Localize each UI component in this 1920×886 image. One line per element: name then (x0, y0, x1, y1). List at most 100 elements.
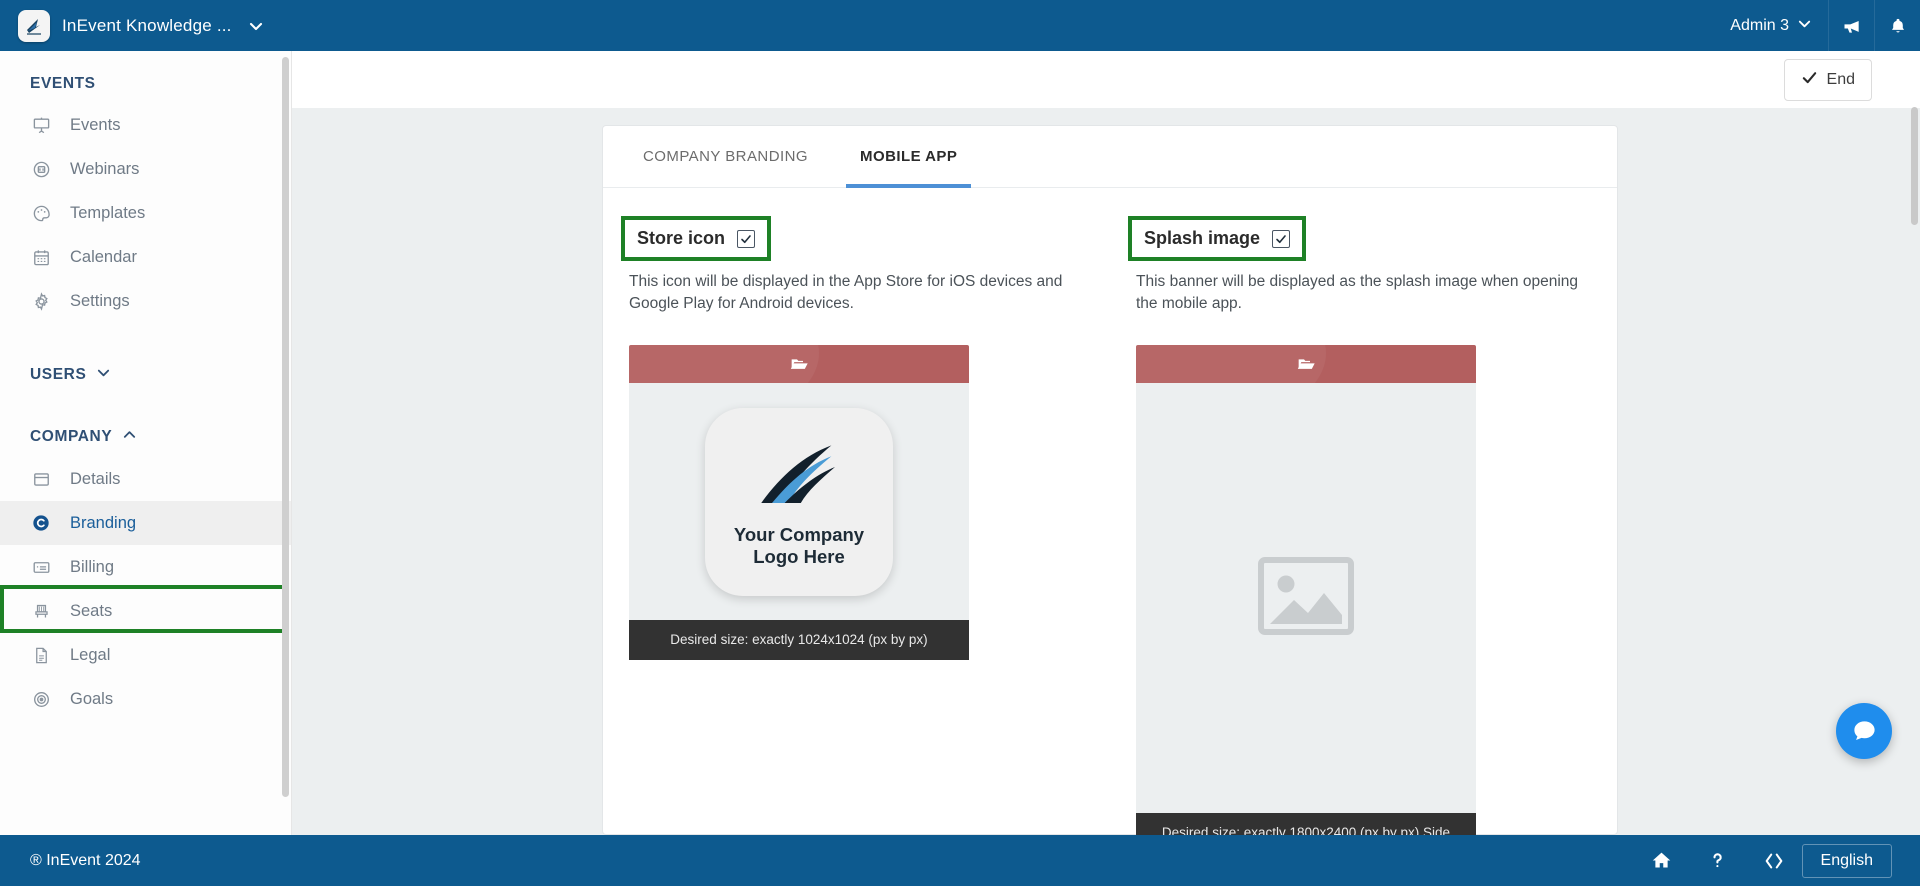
admin-zone: Admin 3 (1714, 0, 1920, 51)
tab-mobile-app[interactable]: MOBILE APP (846, 126, 972, 188)
sidebar-section-events: EVENTS (0, 51, 291, 103)
main-content: End COMPANY BRANDING MOBILE APP Store ic… (292, 51, 1920, 874)
sidebar-item-billing[interactable]: Billing (0, 545, 291, 589)
tab-label: COMPANY BRANDING (643, 148, 809, 165)
open-folder-icon[interactable] (629, 345, 969, 383)
chevron-down-icon[interactable] (96, 365, 111, 385)
sidebar-item-templates[interactable]: Templates (0, 191, 291, 235)
store-icon-caption: Desired size: exactly 1024x1024 (px by p… (629, 620, 969, 661)
sidebar-item-details[interactable]: Details (0, 457, 291, 501)
sidebar-section-events-label: EVENTS (30, 75, 96, 92)
sidebar-item-branding[interactable]: Branding (0, 501, 291, 545)
megaphone-icon[interactable] (1828, 0, 1874, 51)
image-placeholder-icon (1256, 555, 1356, 642)
chevron-down-icon[interactable] (248, 18, 264, 34)
gear-icon (30, 291, 52, 311)
sidebar-item-label: Details (70, 469, 121, 488)
sidebar-item-calendar[interactable]: Calendar (0, 235, 291, 279)
logo-line-1: Your Company (733, 523, 865, 545)
brand-zone[interactable]: InEvent Knowledge ... (0, 0, 300, 51)
code-icon[interactable] (1746, 835, 1802, 886)
sidebar-item-legal[interactable]: Legal (0, 633, 291, 677)
sidebar-item-settings[interactable]: Settings (0, 279, 291, 323)
chevron-down-icon[interactable] (1797, 16, 1812, 36)
document-icon (30, 646, 52, 665)
branding-card: COMPANY BRANDING MOBILE APP Store icon T… (602, 125, 1618, 874)
sidebar-item-goals[interactable]: Goals (0, 677, 291, 721)
sidebar-section-company-label: COMPANY (30, 428, 113, 445)
store-icon-column: Store icon This icon will be displayed i… (603, 188, 1110, 874)
calendar-icon (30, 248, 52, 267)
chevron-up-icon[interactable] (122, 427, 137, 447)
sidebar-item-label: Seats (70, 601, 113, 620)
splash-image-heading: Splash image (1136, 222, 1298, 255)
store-icon-heading-wrap: Store icon (621, 216, 772, 261)
splash-image-heading-label: Splash image (1144, 228, 1261, 248)
store-icon-description: This icon will be displayed in the App S… (629, 273, 1063, 312)
tab-company-branding[interactable]: COMPANY BRANDING (629, 126, 822, 188)
sidebar-item-label: Settings (70, 291, 130, 310)
company-logo-tile: Your Company Logo Here (705, 407, 893, 596)
store-icon-heading: Store icon (629, 222, 763, 255)
sidebar-item-label: Calendar (70, 247, 137, 266)
target-icon (30, 690, 52, 709)
question-mark-icon[interactable] (1690, 835, 1746, 886)
checked-checkbox-icon[interactable] (737, 229, 756, 248)
home-icon[interactable] (1634, 835, 1690, 886)
app-root: InEvent Knowledge ... Admin 3 EVENTS Eve… (0, 0, 1920, 886)
window-icon (30, 470, 52, 489)
sidebar-item-label: Goals (70, 689, 114, 708)
footer-bar: ® InEvent 2024 English (0, 835, 1920, 886)
presentation-screen-icon (30, 116, 52, 135)
chat-bubble-icon[interactable] (1836, 703, 1892, 759)
end-button[interactable]: End (1783, 58, 1872, 101)
webinar-icon (30, 160, 52, 179)
main-scrollbar[interactable] (1911, 107, 1918, 225)
sidebar-scroll-area: EVENTS Events Webinars Templates Calenda… (0, 51, 291, 835)
splash-image-uploader[interactable]: Desired size: exactly 1800x2400 (px by p… (1136, 345, 1476, 874)
tab-label: MOBILE APP (860, 148, 958, 165)
bell-icon[interactable] (1874, 0, 1920, 51)
sidebar-section-company[interactable]: COMPANY (0, 395, 291, 457)
brand-title: InEvent Knowledge ... (62, 15, 232, 35)
splash-image-column: Splash image This banner will be display… (1110, 188, 1617, 874)
sidebar-item-seats[interactable]: Seats (0, 589, 291, 633)
company-logo-mark (761, 445, 835, 503)
copyright-icon (30, 513, 52, 533)
sidebar-item-label: Webinars (70, 159, 140, 178)
checked-checkbox-icon[interactable] (1272, 229, 1291, 248)
logo-line-2: Logo Here (753, 545, 845, 567)
seat-icon (30, 602, 52, 621)
mobile-app-columns: Store icon This icon will be displayed i… (603, 188, 1617, 874)
card-icon (30, 558, 52, 577)
sidebar-item-label: Billing (70, 557, 115, 576)
sidebar-section-users[interactable]: USERS (0, 323, 291, 395)
language-label: English (1820, 851, 1873, 869)
main-top-strip: End (292, 51, 1920, 108)
sidebar-item-label: Events (70, 115, 121, 134)
store-icon-preview: Your Company Logo Here (629, 383, 969, 620)
open-folder-icon[interactable] (1136, 345, 1476, 383)
sidebar: EVENTS Events Webinars Templates Calenda… (0, 51, 292, 835)
inevent-logo-icon (18, 9, 50, 42)
splash-image-preview (1136, 383, 1476, 813)
sidebar-item-webinars[interactable]: Webinars (0, 147, 291, 191)
sidebar-scrollbar[interactable] (282, 57, 289, 797)
end-button-label: End (1826, 70, 1855, 88)
footer-copyright: ® InEvent 2024 (30, 851, 141, 869)
admin-name-label: Admin 3 (1730, 16, 1789, 34)
tab-bar: COMPANY BRANDING MOBILE APP (603, 126, 1617, 188)
sidebar-item-events[interactable]: Events (0, 103, 291, 147)
language-selector[interactable]: English (1801, 843, 1892, 878)
splash-image-heading-wrap: Splash image (1128, 216, 1307, 261)
sidebar-section-users-label: USERS (30, 366, 87, 383)
check-icon (1801, 69, 1818, 91)
store-icon-heading-label: Store icon (637, 228, 726, 248)
sidebar-item-label: Templates (70, 203, 146, 222)
palette-icon (30, 204, 52, 223)
store-icon-uploader[interactable]: Your Company Logo Here Desired size: exa… (629, 345, 969, 661)
splash-image-description: This banner will be displayed as the spl… (1136, 273, 1579, 312)
admin-menu[interactable]: Admin 3 (1714, 0, 1828, 51)
company-logo-text: Your Company Logo Here (734, 524, 864, 568)
sidebar-item-label: Branding (70, 513, 137, 532)
